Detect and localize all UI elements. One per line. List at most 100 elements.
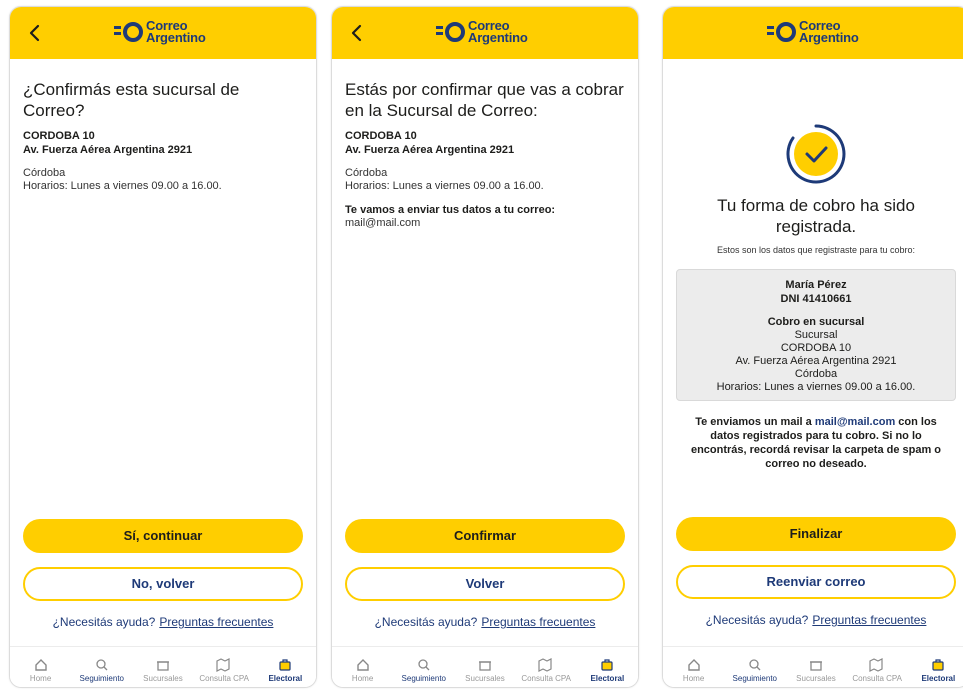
- main-content: Estás por confirmar que vas a cobrar en …: [345, 79, 625, 230]
- tab-tracking[interactable]: Seguimiento: [73, 658, 131, 687]
- screen-confirm-branch: Correo Argentino ¿Confirmás esta sucursal…: [9, 6, 317, 688]
- branch-building-icon: [156, 661, 169, 671]
- tab-home[interactable]: Home: [665, 658, 723, 687]
- help-question: ¿Necesitás ayuda?: [52, 615, 156, 629]
- mail-prefix: Te enviamos un mail a: [695, 416, 812, 428]
- tab-electoral[interactable]: Electoral: [578, 658, 636, 687]
- tab-electoral[interactable]: Electoral: [256, 658, 314, 687]
- home-icon: [356, 659, 369, 671]
- go-back-button[interactable]: No, volver: [23, 567, 303, 601]
- map-search-icon: [538, 658, 552, 672]
- mail-address: mail@mail.com: [814, 416, 896, 428]
- tab-branches-label: Sucursales: [465, 674, 505, 683]
- tracking-icon: [96, 659, 108, 671]
- tab-branches[interactable]: Sucursales: [456, 658, 514, 687]
- app-header: Correo Argentino: [332, 7, 638, 59]
- finish-button[interactable]: Finalizar: [676, 517, 956, 551]
- screen-confirm-collection: Correo Argentino Estás por confirmar que …: [331, 6, 639, 688]
- tracking-icon: [749, 659, 761, 671]
- back-button[interactable]: [344, 20, 370, 46]
- help-line: ¿Necesitás ayuda? Preguntas frecuentes: [663, 613, 963, 627]
- tab-electoral-label: Electoral: [590, 674, 625, 683]
- email-notice: Te vamos a enviar tus datos a tu correo:: [345, 204, 556, 216]
- page-title: Tu forma de cobro ha sido registrada.: [717, 196, 915, 236]
- branch-name: CORDOBA 10: [345, 130, 417, 142]
- page-title: Estás por confirmar que vas a cobrar en …: [345, 80, 624, 120]
- tab-branches-label: Sucursales: [143, 674, 183, 683]
- go-back-button[interactable]: Volver: [345, 567, 625, 601]
- help-question: ¿Necesitás ayuda?: [705, 613, 809, 627]
- map-search-icon: [216, 658, 230, 672]
- app-header: Correo Argentino: [10, 7, 316, 59]
- tab-electoral-label: Electoral: [921, 674, 956, 683]
- email-value: mail@mail.com: [345, 217, 421, 229]
- tab-cpa[interactable]: Consulta CPA: [848, 658, 906, 687]
- home-icon: [687, 659, 700, 671]
- tab-tracking-label: Seguimiento: [401, 674, 447, 683]
- email-sent-message: Te enviamos un mail a mail@mail.com con …: [683, 415, 949, 471]
- person-name: María Pérez: [785, 279, 847, 291]
- collection-type: Sucursal: [794, 329, 838, 341]
- help-line: ¿Necesitás ayuda? Preguntas frecuentes: [10, 615, 316, 629]
- branch-name: CORDOBA 10: [23, 130, 95, 142]
- tab-cpa[interactable]: Consulta CPA: [195, 658, 253, 687]
- help-question: ¿Necesitás ayuda?: [374, 615, 478, 629]
- person-dni: DNI 41410661: [780, 293, 852, 305]
- continue-button[interactable]: Sí, continuar: [23, 519, 303, 553]
- tab-home[interactable]: Home: [12, 658, 70, 687]
- tab-cpa[interactable]: Consulta CPA: [517, 658, 575, 687]
- correo-logo-icon: [767, 22, 796, 42]
- tab-tracking-label: Seguimiento: [79, 674, 125, 683]
- branch-name: CORDOBA 10: [780, 342, 852, 354]
- tab-branches[interactable]: Sucursales: [134, 658, 192, 687]
- branch-building-icon: [809, 661, 822, 671]
- brand-name-line2: Argentino: [146, 30, 206, 45]
- chevron-left-icon: [29, 24, 40, 42]
- success-check-icon: [784, 122, 848, 186]
- back-button[interactable]: [22, 20, 48, 46]
- main-content: ¿Confirmás esta sucursal de Correo? CORD…: [23, 79, 303, 193]
- page-title: ¿Confirmás esta sucursal de Correo?: [23, 80, 240, 120]
- branch-hours: Horarios: Lunes a viernes 09.00 a 16.00.: [716, 381, 916, 393]
- registration-summary-card: María Pérez DNI 41410661 Cobro en sucurs…: [676, 269, 956, 401]
- map-search-icon: [869, 658, 883, 672]
- resend-email-button[interactable]: Reenviar correo: [676, 565, 956, 599]
- tab-cpa-label: Consulta CPA: [521, 674, 571, 683]
- faq-link[interactable]: Preguntas frecuentes: [812, 613, 926, 627]
- branch-city: Córdoba: [345, 167, 388, 179]
- branch-address: Av. Fuerza Aérea Argentina 2921: [735, 355, 897, 367]
- tab-tracking[interactable]: Seguimiento: [395, 658, 453, 687]
- correo-logo-icon: [114, 22, 143, 42]
- faq-link[interactable]: Preguntas frecuentes: [159, 615, 273, 629]
- brand-name-line2: Argentino: [799, 30, 859, 45]
- branch-city: Córdoba: [794, 368, 838, 380]
- tab-home-label: Home: [29, 674, 52, 683]
- app-header: Correo Argentino: [663, 7, 963, 59]
- screen-collection-registered: Correo Argentino Tu forma de cobro ha sid…: [662, 6, 963, 688]
- tracking-icon: [418, 659, 430, 671]
- branch-address: Av. Fuerza Aérea Argentina 2921: [345, 144, 515, 156]
- branch-city: Córdoba: [23, 167, 66, 179]
- help-line: ¿Necesitás ayuda? Preguntas frecuentes: [332, 615, 638, 629]
- bottom-tab-bar: Home Seguimiento Sucursales Consulta CPA…: [332, 646, 638, 687]
- tab-home-label: Home: [682, 674, 705, 683]
- home-icon: [34, 659, 47, 671]
- tab-branches[interactable]: Sucursales: [787, 658, 845, 687]
- tab-electoral[interactable]: Electoral: [909, 658, 963, 687]
- tab-tracking[interactable]: Seguimiento: [726, 658, 784, 687]
- correo-logo-icon: [436, 22, 465, 42]
- tab-cpa-label: Consulta CPA: [199, 674, 249, 683]
- faq-link[interactable]: Preguntas frecuentes: [481, 615, 595, 629]
- ballot-box-icon: [932, 659, 944, 671]
- ballot-box-icon: [279, 659, 291, 671]
- bottom-tab-bar: Home Seguimiento Sucursales Consulta CPA…: [663, 646, 963, 687]
- tab-home[interactable]: Home: [334, 658, 392, 687]
- chevron-left-icon: [351, 24, 362, 42]
- page-subtitle: Estos son los datos que registraste para…: [716, 245, 916, 255]
- collection-method: Cobro en sucursal: [767, 316, 865, 328]
- branch-building-icon: [478, 661, 491, 671]
- branch-hours: Horarios: Lunes a viernes 09.00 a 16.00.: [23, 180, 222, 192]
- confirm-button[interactable]: Confirmar: [345, 519, 625, 553]
- branch-address: Av. Fuerza Aérea Argentina 2921: [23, 144, 193, 156]
- brand-name-line2: Argentino: [468, 30, 528, 45]
